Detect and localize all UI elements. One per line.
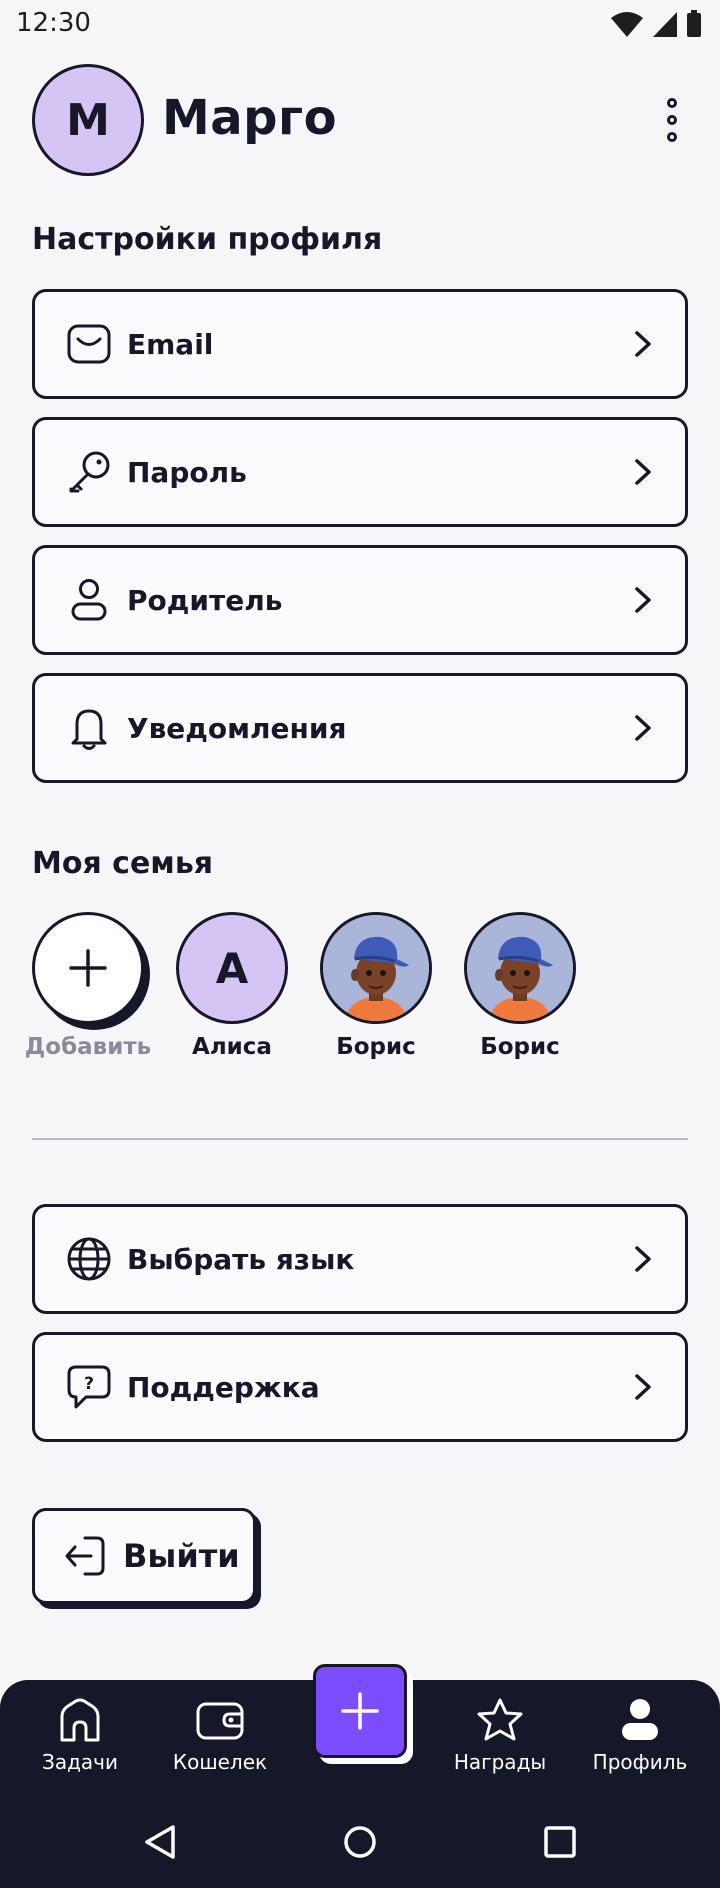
settings-row-label: Родитель <box>127 583 283 617</box>
tab-label: Задачи <box>42 1750 118 1774</box>
settings-row-parent[interactable]: Родитель <box>32 545 688 655</box>
system-navigation-bar <box>0 1806 720 1878</box>
member-avatar: А <box>176 912 288 1024</box>
profile-header: М Марго <box>32 64 688 176</box>
home-button[interactable] <box>334 1816 386 1868</box>
member-name: Борис <box>480 1034 560 1060</box>
status-bar: 12:30 <box>0 0 720 48</box>
status-time: 12:30 <box>16 8 91 38</box>
chevron-right-icon <box>623 1367 663 1407</box>
settings-row-support[interactable]: ? Поддержка <box>32 1332 688 1442</box>
chevron-right-icon <box>623 708 663 748</box>
more-dot <box>667 132 677 142</box>
tab-rewards[interactable]: Награды <box>440 1696 560 1792</box>
recents-button[interactable] <box>534 1816 586 1868</box>
person-icon <box>65 576 113 624</box>
tab-label: Награды <box>453 1750 547 1774</box>
wallet-icon <box>196 1696 244 1744</box>
back-button[interactable] <box>134 1816 186 1868</box>
logout-icon <box>65 1536 105 1576</box>
profile-settings-title: Настройки профиля <box>32 222 383 257</box>
logout-button[interactable]: Выйти <box>32 1508 256 1604</box>
recents-square-icon <box>544 1826 576 1858</box>
member-name: Алиса <box>192 1034 272 1060</box>
plus-icon <box>69 949 107 987</box>
add-member-circle[interactable] <box>32 912 144 1024</box>
battery-icon <box>687 10 701 37</box>
divider <box>32 1138 688 1140</box>
family-list: Добавить А Алиса Борис Борис <box>25 912 576 1060</box>
key-icon <box>65 448 113 496</box>
status-icons <box>610 10 702 38</box>
support-chat-icon: ? <box>65 1363 113 1411</box>
logout-label: Выйти <box>123 1537 240 1575</box>
add-task-button[interactable] <box>313 1664 407 1758</box>
settings-row-label: Выбрать язык <box>127 1242 355 1276</box>
star-icon <box>476 1696 524 1744</box>
boy-avatar-image <box>467 915 573 1021</box>
settings-row-notifications[interactable]: Уведомления <box>32 673 688 783</box>
boy-avatar-image <box>323 915 429 1021</box>
settings-row-label: Уведомления <box>127 711 347 745</box>
profile-icon <box>616 1696 664 1744</box>
member-avatar <box>320 912 432 1024</box>
mail-icon <box>65 320 113 368</box>
more-options-button[interactable] <box>656 90 688 150</box>
more-dot <box>667 98 677 108</box>
bell-icon <box>65 704 113 752</box>
home-icon <box>56 1696 104 1744</box>
avatar[interactable]: М <box>32 64 144 176</box>
chevron-right-icon <box>623 1239 663 1279</box>
tab-label: Профиль <box>592 1750 688 1774</box>
more-dot <box>667 115 677 125</box>
settings-row-email[interactable]: Email <box>32 289 688 399</box>
wifi-icon <box>611 12 643 37</box>
tab-wallet[interactable]: Кошелек <box>160 1696 280 1792</box>
settings-row-password[interactable]: Пароль <box>32 417 688 527</box>
tab-tasks[interactable]: Задачи <box>20 1696 140 1792</box>
tab-profile[interactable]: Профиль <box>580 1696 700 1792</box>
family-title: Моя семья <box>32 846 214 881</box>
user-name: Марго <box>162 90 338 146</box>
member-name: Борис <box>336 1034 416 1060</box>
plus-icon <box>341 1692 379 1730</box>
settings-row-label: Email <box>127 327 214 361</box>
home-circle-icon <box>344 1826 376 1858</box>
settings-row-label: Пароль <box>127 455 247 489</box>
globe-icon <box>65 1235 113 1283</box>
back-triangle-icon <box>145 1825 175 1859</box>
chevron-right-icon <box>623 324 663 364</box>
family-member[interactable]: Борис <box>464 912 576 1060</box>
signal-icon <box>653 12 677 37</box>
add-family-member-button[interactable]: Добавить <box>25 912 151 1060</box>
settings-row-label: Поддержка <box>127 1370 320 1404</box>
add-member-label: Добавить <box>24 1034 152 1060</box>
tab-label: Кошелек <box>172 1750 268 1774</box>
chevron-right-icon <box>623 580 663 620</box>
family-member[interactable]: А Алиса <box>176 912 288 1060</box>
chevron-right-icon <box>623 452 663 492</box>
family-member[interactable]: Борис <box>320 912 432 1060</box>
member-avatar <box>464 912 576 1024</box>
svg-text:?: ? <box>84 1374 94 1394</box>
settings-row-language[interactable]: Выбрать язык <box>32 1204 688 1314</box>
